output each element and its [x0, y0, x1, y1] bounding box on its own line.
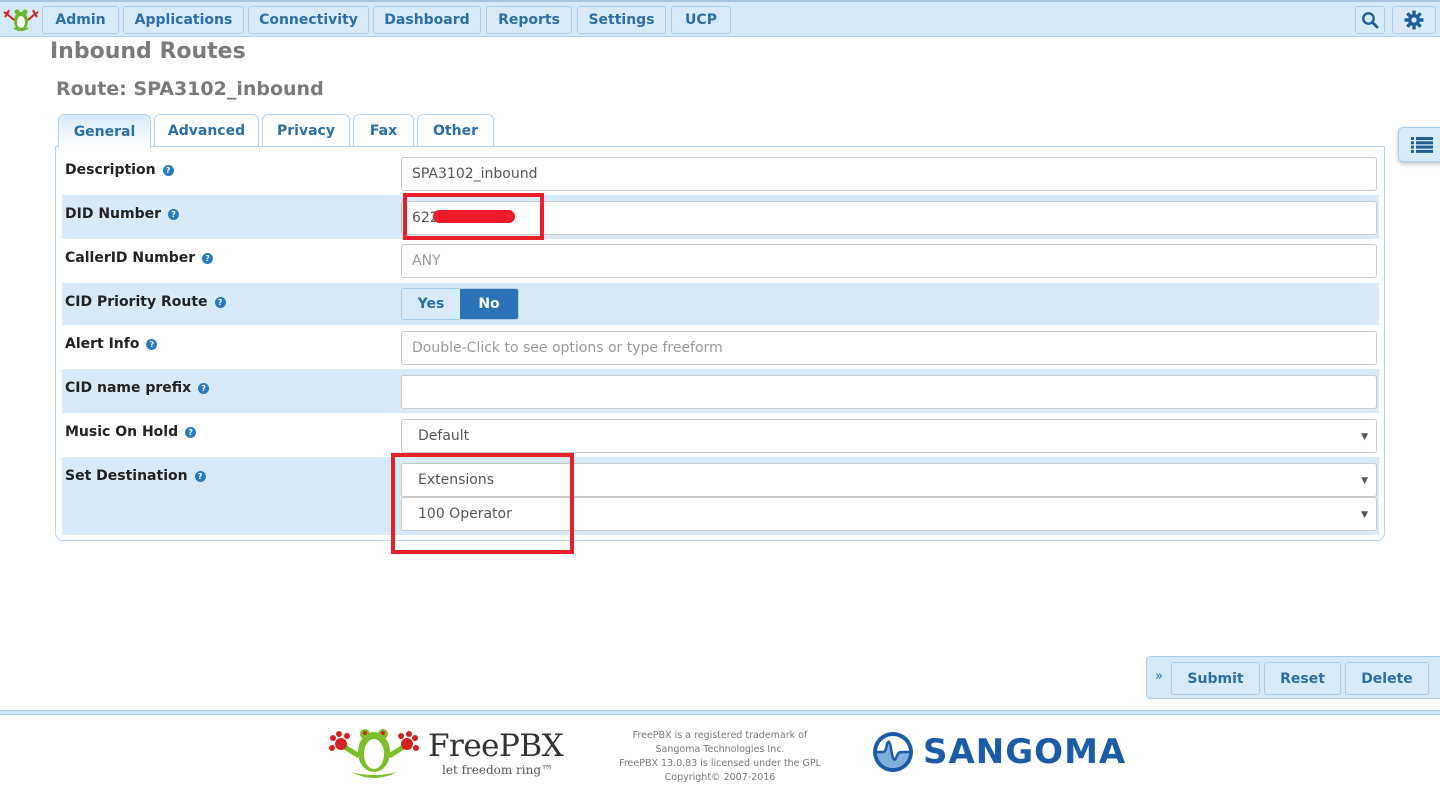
destination-target-value: 100 Operator	[418, 506, 512, 522]
freepbx-tagline: let freedom ring™	[442, 763, 554, 777]
route-title: Route: SPA3102_inbound	[56, 78, 324, 100]
description-label-wrap: Description ?	[65, 162, 174, 178]
help-icon[interactable]: ?	[194, 470, 206, 482]
cid-name-prefix-input[interactable]	[401, 375, 1377, 409]
footer-divider	[0, 710, 1440, 715]
gear-icon	[1404, 10, 1424, 30]
did-number-input[interactable]: 622	[401, 201, 1377, 235]
legal-line: FreePBX 13.0.83 is licensed under the GP…	[619, 758, 821, 769]
nav-reports[interactable]: Reports	[486, 6, 572, 34]
tab-general[interactable]: General	[58, 114, 151, 148]
cid-priority-route-toggle: Yes No	[401, 288, 519, 320]
alert-info-label: Alert Info	[65, 336, 140, 352]
set-destination-row: Set Destination ? Extensions ▼ 100 Opera…	[62, 457, 1379, 535]
collapse-actions-icon[interactable]: »	[1155, 669, 1163, 684]
cid-name-prefix-label: CID name prefix	[65, 380, 192, 396]
sangoma-wordmark: SANGOMA	[923, 732, 1127, 772]
search-button[interactable]	[1355, 6, 1385, 34]
description-label: Description	[65, 162, 156, 178]
route-list-toggle-button[interactable]	[1398, 127, 1440, 162]
legal-line: Sangoma Technologies Inc.	[655, 744, 785, 755]
top-nav: Admin Applications Connectivity Dashboar…	[0, 0, 1440, 37]
nav-ucp[interactable]: UCP	[671, 6, 731, 34]
destination-type-select[interactable]: Extensions ▼	[401, 463, 1377, 497]
cid-priority-yes-option[interactable]: Yes	[402, 289, 460, 319]
help-icon[interactable]: ?	[146, 338, 158, 350]
nav-settings[interactable]: Settings	[577, 6, 666, 34]
tab-other[interactable]: Other	[417, 114, 494, 147]
search-icon	[1362, 12, 1379, 29]
sangoma-logo[interactable]: SANGOMA	[871, 730, 1126, 774]
destination-type-value: Extensions	[418, 472, 495, 488]
general-form-panel: Description ? SPA3102_inbound DID Number…	[55, 146, 1385, 541]
help-icon[interactable]: ?	[185, 426, 197, 438]
help-icon[interactable]: ?	[214, 296, 226, 308]
nav-admin[interactable]: Admin	[42, 6, 119, 34]
music-on-hold-select[interactable]: Default ▼	[401, 419, 1377, 453]
cid-priority-route-label: CID Priority Route	[65, 294, 208, 310]
help-icon[interactable]: ?	[168, 208, 180, 220]
page-title: Inbound Routes	[50, 39, 246, 64]
cid-name-prefix-row: CID name prefix ?	[62, 369, 1379, 413]
nav-applications[interactable]: Applications	[123, 6, 244, 34]
freepbx-frog-logo-icon[interactable]	[3, 6, 39, 32]
callerid-number-row: CallerID Number ? ANY	[62, 239, 1379, 283]
tab-privacy[interactable]: Privacy	[262, 114, 350, 147]
tab-fax[interactable]: Fax	[353, 114, 414, 147]
freepbx-brand: FreePBX	[428, 728, 564, 764]
settings-button[interactable]	[1392, 6, 1436, 34]
legal-text: FreePBX is a registered trademark of San…	[600, 729, 840, 785]
help-icon[interactable]: ?	[162, 164, 174, 176]
caret-down-icon: ▼	[1361, 476, 1368, 486]
list-icon	[1411, 136, 1433, 153]
action-bar: » Submit Reset Delete	[1146, 656, 1440, 699]
destination-target-select[interactable]: 100 Operator ▼	[401, 497, 1377, 531]
cid-priority-route-row: CID Priority Route ? Yes No	[62, 283, 1379, 325]
nav-connectivity[interactable]: Connectivity	[248, 6, 369, 34]
alert-info-label-wrap: Alert Info ?	[65, 336, 158, 352]
caret-down-icon: ▼	[1361, 510, 1368, 520]
cid-priority-route-label-wrap: CID Priority Route ?	[65, 294, 226, 310]
cid-priority-no-option[interactable]: No	[460, 289, 518, 319]
nav-dashboard[interactable]: Dashboard	[373, 6, 481, 34]
callerid-number-label: CallerID Number	[65, 250, 196, 266]
tab-advanced[interactable]: Advanced	[154, 114, 259, 147]
legal-line: Copyright© 2007-2016	[664, 772, 776, 783]
caret-down-icon: ▼	[1361, 432, 1368, 442]
legal-line: FreePBX is a registered trademark of	[632, 730, 808, 741]
description-input[interactable]: SPA3102_inbound	[401, 157, 1377, 191]
help-icon[interactable]: ?	[202, 252, 214, 264]
did-number-row: DID Number ? 622	[62, 195, 1379, 239]
set-destination-label: Set Destination	[65, 468, 188, 484]
alert-info-input[interactable]: Double-Click to see options or type free…	[401, 331, 1377, 365]
sangoma-wave-icon	[873, 732, 913, 772]
delete-button[interactable]: Delete	[1345, 662, 1429, 695]
submit-button[interactable]: Submit	[1171, 662, 1260, 695]
music-on-hold-label-wrap: Music On Hold ?	[65, 424, 197, 440]
description-row: Description ? SPA3102_inbound	[62, 151, 1379, 195]
set-destination-label-wrap: Set Destination ?	[65, 468, 206, 484]
callerid-number-input[interactable]: ANY	[401, 244, 1377, 278]
music-on-hold-value: Default	[418, 428, 470, 444]
music-on-hold-row: Music On Hold ? Default ▼	[62, 413, 1379, 457]
callerid-number-label-wrap: CallerID Number ?	[65, 250, 214, 266]
freepbx-frog-logo-icon	[329, 729, 419, 778]
did-redaction-mark	[433, 210, 515, 223]
reset-button[interactable]: Reset	[1264, 662, 1341, 695]
help-icon[interactable]: ?	[198, 382, 210, 394]
did-number-label: DID Number	[65, 206, 162, 222]
music-on-hold-label: Music On Hold	[65, 424, 179, 440]
alert-info-row: Alert Info ? Double-Click to see options…	[62, 325, 1379, 369]
cid-name-prefix-label-wrap: CID name prefix ?	[65, 380, 210, 396]
did-number-label-wrap: DID Number ?	[65, 206, 180, 222]
